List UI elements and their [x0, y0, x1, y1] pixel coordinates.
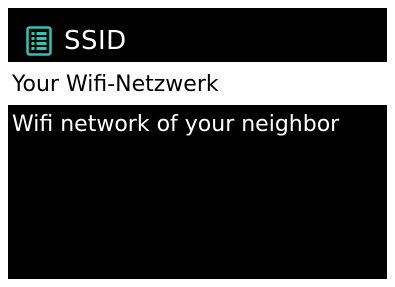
page-title: SSID — [64, 26, 127, 56]
list-icon — [26, 26, 52, 56]
network-item[interactable]: Wifi network of your neighbor — [8, 105, 387, 145]
network-item-selected[interactable]: Your Wifi-Netzwerk — [8, 65, 387, 105]
title-bar: SSID — [8, 22, 387, 62]
network-list: Your Wifi-Netzwerk Wifi network of your … — [8, 65, 387, 145]
display-screen: SSID Your Wifi-Netzwerk Wifi network of … — [8, 8, 387, 279]
